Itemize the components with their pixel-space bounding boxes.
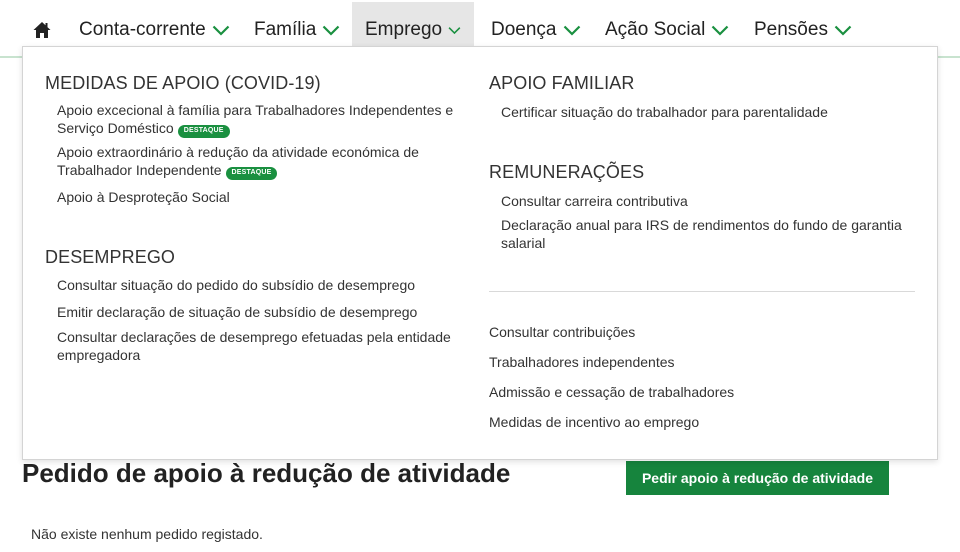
destaque-badge: DESTAQUE: [225, 167, 278, 180]
menu-link-declaracao-irs[interactable]: Declaração anual para IRS de rendimentos…: [501, 216, 931, 252]
menu-link-label: Certificar situação do trabalhador para …: [501, 104, 828, 120]
menu-link-label: Emitir declaração de situação de subsídi…: [57, 304, 418, 320]
menu-link-situacao-pedido[interactable]: Consultar situação do pedido do subsídio…: [57, 276, 415, 294]
menu-link-label: Apoio excecional à família para Trabalha…: [57, 102, 454, 118]
section-title-remuneracoes: REMUNERAÇÕES: [489, 162, 645, 182]
menu-link-label: Apoio extraordinário à redução da ativid…: [57, 144, 419, 160]
emprego-dropdown-menu: MEDIDAS DE APOIO (COVID-19) Apoio exceci…: [22, 46, 938, 460]
request-support-button[interactable]: Pedir apoio à redução de atividade: [626, 461, 889, 495]
nav-item-label: Conta-corrente: [79, 19, 206, 40]
menu-link-label: Consultar carreira contributiva: [501, 193, 688, 209]
section-title-covid: MEDIDAS DE APOIO (COVID-19): [45, 73, 321, 93]
menu-link-parentalidade[interactable]: Certificar situação do trabalhador para …: [501, 103, 828, 121]
section-title-apoio-familiar: APOIO FAMILIAR: [489, 73, 635, 93]
menu-link-apoio-extraordinario[interactable]: Apoio extraordinário à redução da ativid…: [57, 143, 477, 180]
page-title: Pedido de apoio à redução de atividade: [22, 458, 511, 488]
chevron-down-icon: [212, 25, 230, 36]
menu-link-declaracoes-desemprego[interactable]: Consultar declarações de desemprego efet…: [57, 328, 477, 364]
nav-item-label: Ação Social: [605, 19, 706, 40]
menu-link-label-2: Trabalhador Independente: [57, 162, 222, 178]
nav-item-label: Doença: [491, 19, 557, 40]
chevron-down-icon: [448, 26, 461, 34]
menu-link-emitir-declaracao[interactable]: Emitir declaração de situação de subsídi…: [57, 303, 417, 321]
menu-link-label-2: salarial: [501, 235, 546, 251]
home-icon[interactable]: [33, 21, 51, 39]
menu-link-label: Declaração anual para IRS de rendimentos…: [501, 217, 902, 233]
nav-item-label: Emprego: [365, 19, 443, 40]
empty-state-text: Não existe nenhum pedido registado.: [31, 526, 263, 542]
menu-link-consultar-contribuicoes[interactable]: Consultar contribuições: [489, 323, 635, 341]
chevron-down-icon: [834, 25, 852, 36]
menu-link-label-2: empregadora: [57, 347, 141, 363]
nav-item-label: Família: [254, 19, 317, 40]
chevron-down-icon: [323, 25, 340, 36]
destaque-badge: DESTAQUE: [177, 125, 230, 138]
menu-link-medidas-incentivo[interactable]: Medidas de incentivo ao emprego: [489, 413, 699, 431]
menu-link-desprotecao-social[interactable]: Apoio à Desproteção Social: [57, 188, 230, 206]
menu-divider: [489, 291, 915, 292]
chevron-down-icon: [712, 25, 729, 36]
menu-link-trabalhadores-independentes[interactable]: Trabalhadores independentes: [489, 353, 675, 371]
menu-link-apoio-excecional[interactable]: Apoio excecional à família para Trabalha…: [57, 101, 477, 138]
menu-link-admissao-cessacao[interactable]: Admissão e cessação de trabalhadores: [489, 383, 734, 401]
menu-link-label-2: Serviço Doméstico: [57, 120, 174, 136]
menu-link-carreira-contributiva[interactable]: Consultar carreira contributiva: [501, 192, 688, 210]
menu-link-label: Consultar situação do pedido do subsídio…: [57, 277, 416, 293]
menu-link-label: Consultar declarações de desemprego efet…: [57, 329, 451, 345]
section-title-desemprego: DESEMPREGO: [45, 247, 176, 267]
menu-link-label: Apoio à Desproteção Social: [57, 189, 230, 205]
nav-item-label: Pensões: [754, 19, 828, 40]
chevron-down-icon: [563, 25, 580, 36]
